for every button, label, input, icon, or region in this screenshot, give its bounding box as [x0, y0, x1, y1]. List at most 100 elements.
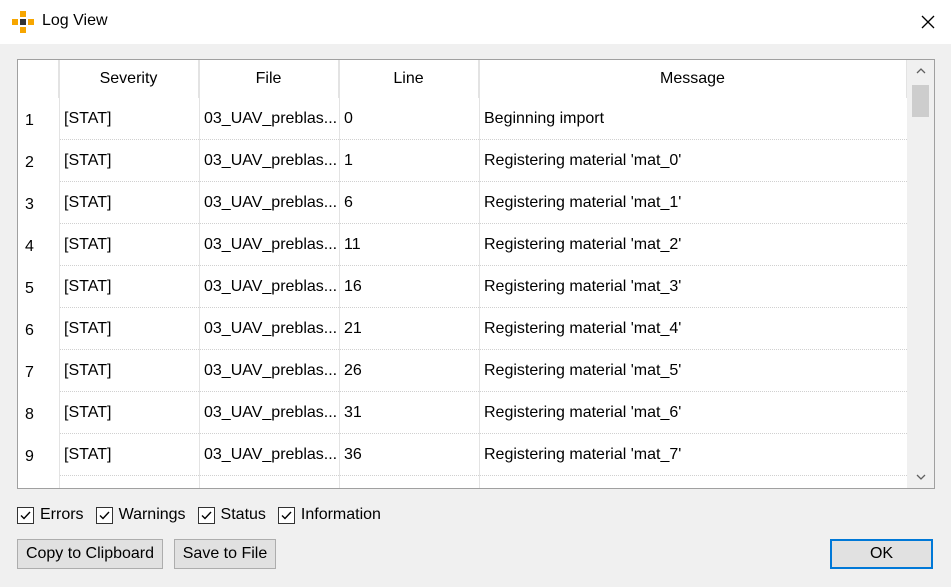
header-file[interactable]: File [199, 60, 339, 98]
cell-line[interactable]: 31 [339, 392, 479, 434]
checkbox-box[interactable] [277, 506, 295, 524]
cell-severity[interactable]: [STAT] [59, 392, 199, 434]
window-title: Log View [42, 12, 108, 29]
checkbox-box[interactable] [17, 506, 34, 524]
table-row[interactable]: 9 [STAT] 03_UAV_preblas... 36 Registering ma… [18, 434, 907, 476]
column-divider [59, 60, 60, 488]
cell-line[interactable]: 11 [339, 224, 479, 266]
status-label: Status [220, 506, 266, 523]
severity-filters: Errors Warnings Status Information [17, 504, 393, 526]
close-button[interactable] [905, 0, 951, 44]
cell-message[interactable]: Registering material 'mat_6' [479, 392, 907, 434]
header-message[interactable]: Message [479, 60, 907, 98]
checkmark-icon [281, 511, 292, 520]
table-row[interactable]: 5 [STAT] 03_UAV_preblas... 16 Registering ma… [18, 266, 907, 308]
checkmark-icon [201, 511, 212, 520]
cell-file[interactable]: 03_UAV_preblas... [199, 392, 339, 434]
cell-message[interactable]: Beginning import [479, 98, 907, 140]
cell-file[interactable]: 03_UAV_preblas... [199, 98, 339, 140]
cell-severity[interactable]: [STAT] [59, 350, 199, 392]
checkmark-icon [99, 511, 110, 520]
header-corner[interactable] [18, 60, 59, 98]
chevron-up-icon [916, 68, 925, 74]
cell-message[interactable]: Registering material 'mat_8' [479, 476, 907, 488]
cell-line[interactable]: 21 [339, 308, 479, 350]
header-line[interactable]: Line [339, 60, 479, 98]
column-divider [339, 60, 340, 488]
cell-file[interactable]: 03_UAV_preblas... [199, 140, 339, 182]
warnings-checkbox[interactable]: Warnings [95, 506, 186, 524]
cell-severity[interactable]: [STAT] [59, 266, 199, 308]
checkbox-box[interactable] [197, 506, 215, 524]
cell-file[interactable]: 03_UAV_preblas... [199, 434, 339, 476]
cell-file[interactable]: 03_UAV_preblas... [199, 350, 339, 392]
column-divider [479, 60, 480, 488]
scroll-down-button[interactable] [907, 466, 934, 488]
cell-message[interactable]: Registering material 'mat_0' [479, 140, 907, 182]
app-icon [12, 11, 34, 33]
chevron-down-icon [916, 474, 925, 480]
cell-file[interactable]: 03_UAV_preblas... [199, 224, 339, 266]
vertical-scrollbar[interactable] [907, 60, 934, 488]
cell-severity[interactable]: [STAT] [59, 224, 199, 266]
save-to-file-button[interactable]: Save to File [174, 539, 276, 569]
errors-checkbox[interactable]: Errors [17, 506, 84, 524]
cell-severity[interactable]: [STAT] [59, 434, 199, 476]
row-number[interactable]: 8 [18, 392, 59, 434]
header-severity[interactable]: Severity [59, 60, 199, 98]
information-checkbox[interactable]: Information [277, 506, 381, 524]
cell-message[interactable]: Registering material 'mat_1' [479, 182, 907, 224]
cell-severity[interactable]: [STAT] [59, 140, 199, 182]
scroll-up-button[interactable] [907, 60, 934, 82]
cell-line[interactable]: 41 [339, 476, 479, 488]
column-divider [199, 60, 200, 488]
cell-file[interactable]: 03_UAV_preblas... [199, 182, 339, 224]
table-row[interactable]: 8 [STAT] 03_UAV_preblas... 31 Registering ma… [18, 392, 907, 434]
copy-to-clipboard-button[interactable]: Copy to Clipboard [17, 539, 163, 569]
cell-file[interactable]: 03_UAV_preblas... [199, 308, 339, 350]
close-icon [921, 15, 935, 29]
title-bar: Log View [0, 0, 951, 44]
cell-line[interactable]: 0 [339, 98, 479, 140]
status-checkbox[interactable]: Status [197, 506, 266, 524]
row-number[interactable]: 7 [18, 350, 59, 392]
row-number[interactable]: 5 [18, 266, 59, 308]
cell-severity[interactable]: [STAT] [59, 182, 199, 224]
cell-line[interactable]: 1 [339, 140, 479, 182]
cell-message[interactable]: Registering material 'mat_5' [479, 350, 907, 392]
row-number[interactable]: 4 [18, 224, 59, 266]
cell-severity[interactable]: [STAT] [59, 476, 199, 488]
table-row[interactable]: 2 [STAT] 03_UAV_preblas... 1 Registering mat… [18, 140, 907, 182]
row-number[interactable]: 1 [18, 98, 59, 140]
cell-message[interactable]: Registering material 'mat_2' [479, 224, 907, 266]
row-number[interactable]: 2 [18, 140, 59, 182]
cell-message[interactable]: Registering material 'mat_7' [479, 434, 907, 476]
cell-message[interactable]: Registering material 'mat_4' [479, 308, 907, 350]
errors-label: Errors [40, 506, 84, 523]
table-row[interactable]: 1 [STAT] 03_UAV_preblas... 0 Beginning impor… [18, 98, 907, 140]
cell-line[interactable]: 6 [339, 182, 479, 224]
cell-message[interactable]: Registering material 'mat_3' [479, 266, 907, 308]
row-number[interactable]: 3 [18, 182, 59, 224]
row-number[interactable]: 9 [18, 434, 59, 476]
scroll-thumb[interactable] [912, 85, 929, 117]
table-row[interactable]: 4 [STAT] 03_UAV_preblas... 11 Registering ma… [18, 224, 907, 266]
checkmark-icon [20, 511, 31, 520]
cell-file[interactable]: 03_UAV_preblas... [199, 266, 339, 308]
row-number[interactable]: 10 [18, 476, 59, 488]
cell-severity[interactable]: [STAT] [59, 98, 199, 140]
checkbox-box[interactable] [95, 506, 113, 524]
table-row[interactable]: 6 [STAT] 03_UAV_preblas... 21 Registering ma… [18, 308, 907, 350]
cell-line[interactable]: 36 [339, 434, 479, 476]
cell-file[interactable]: 03_UAV_preblas... [199, 476, 339, 488]
table-row[interactable]: 3 [STAT] 03_UAV_preblas... 6 Registering mat… [18, 182, 907, 224]
table-row[interactable]: 7 [STAT] 03_UAV_preblas... 26 Registering ma… [18, 350, 907, 392]
cell-line[interactable]: 26 [339, 350, 479, 392]
cell-severity[interactable]: [STAT] [59, 308, 199, 350]
row-number[interactable]: 6 [18, 308, 59, 350]
ok-button[interactable]: OK [830, 539, 933, 569]
log-table[interactable]: Severity File Line Message 1 [STAT] 03_UAV… [17, 59, 935, 489]
cell-line[interactable]: 16 [339, 266, 479, 308]
table-row[interactable]: 10[STAT]03_UAV_preblas...41Registering m… [18, 476, 907, 488]
information-label: Information [300, 506, 381, 523]
